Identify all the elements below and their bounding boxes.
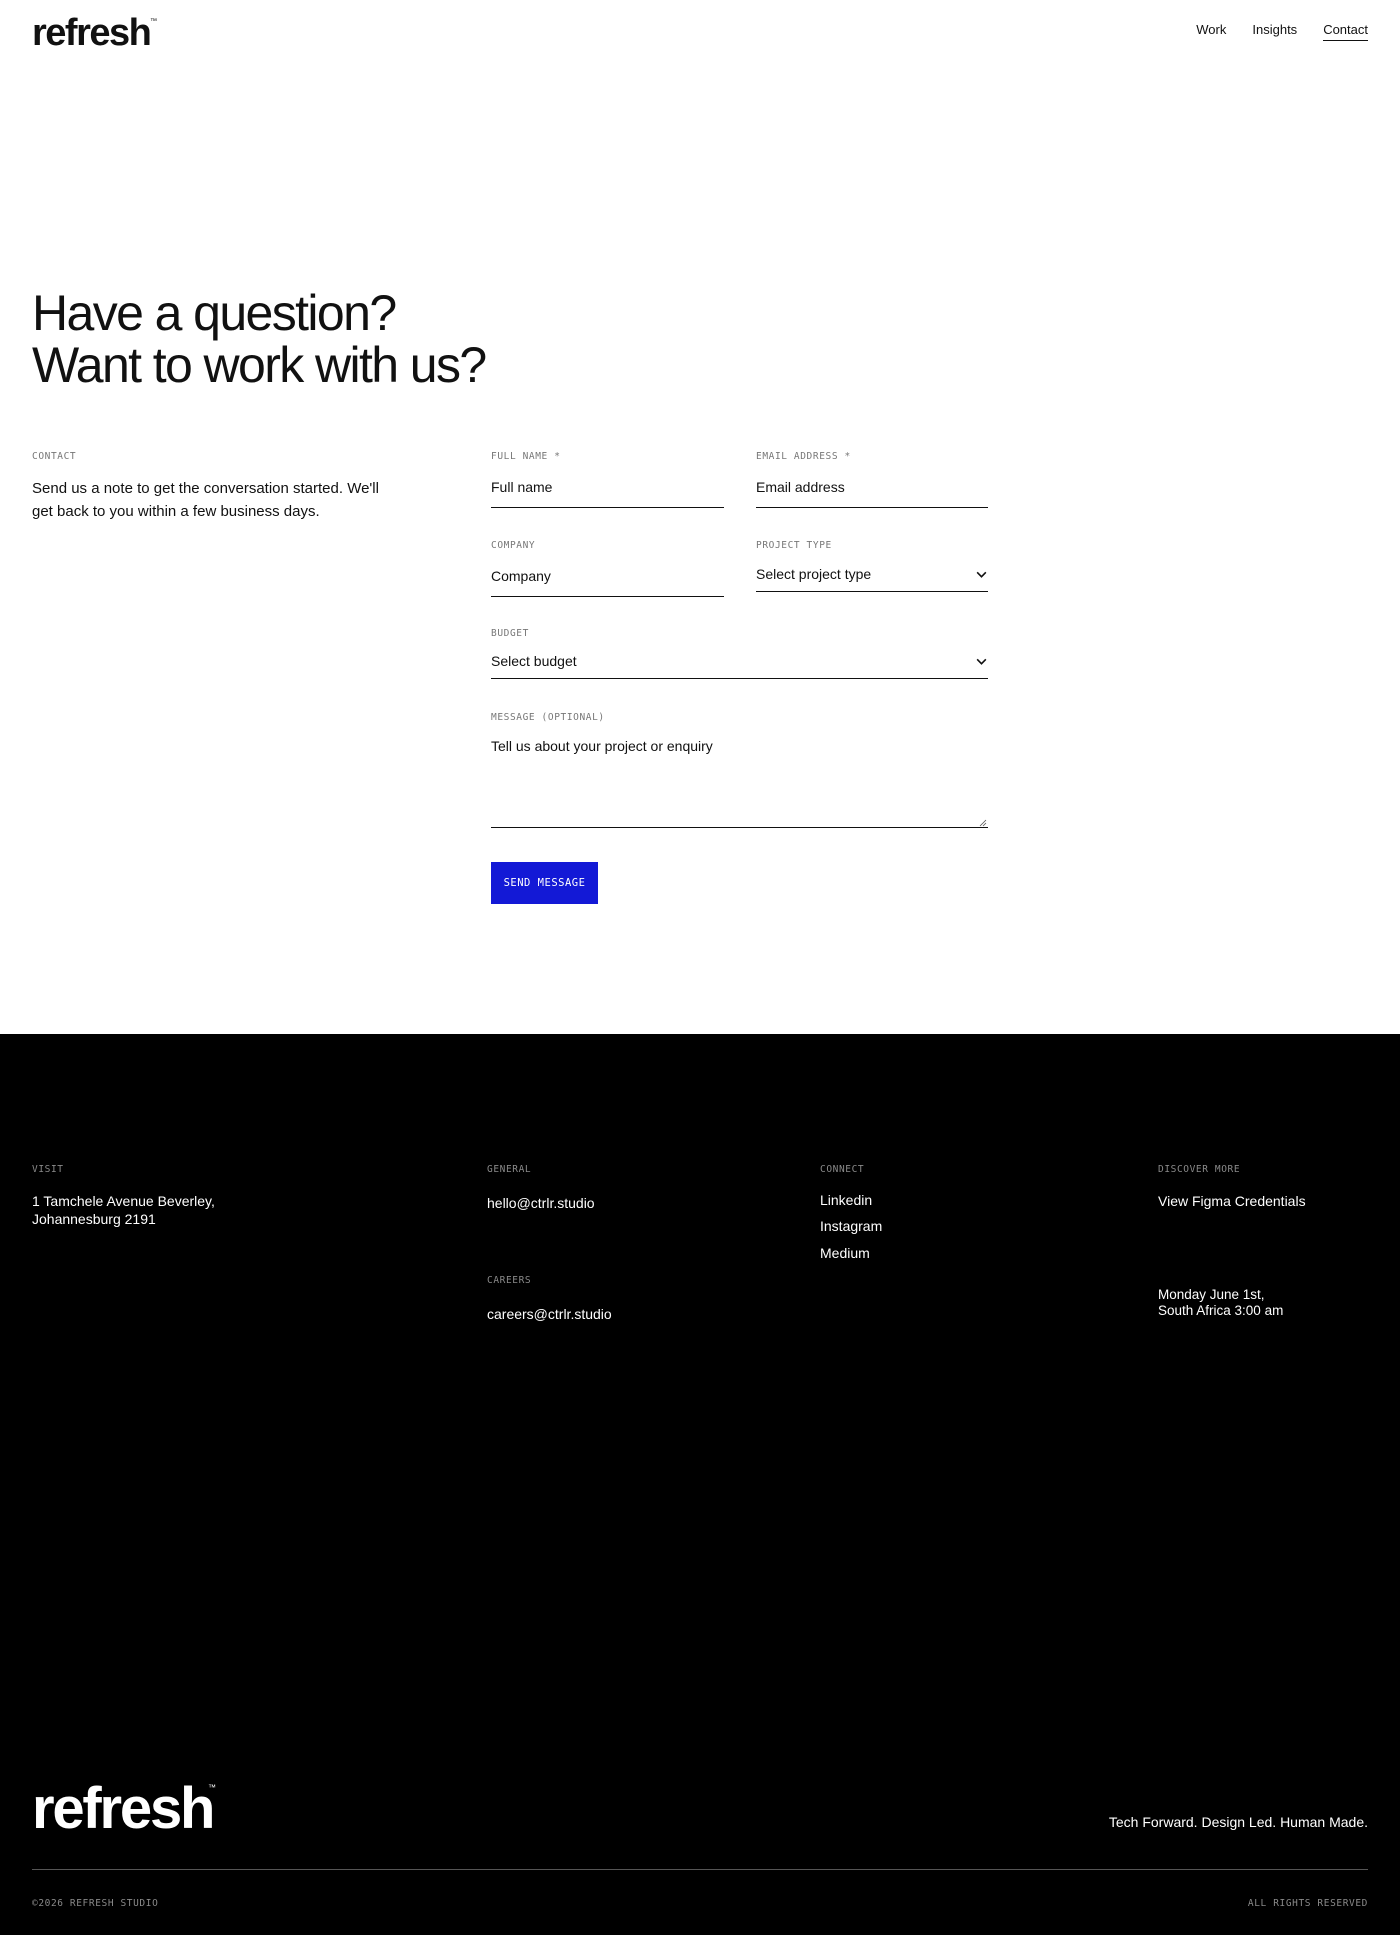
email-field: EMAIL ADDRESS * Email address — [756, 451, 988, 508]
linkedin-link[interactable]: Linkedin — [820, 1192, 872, 1208]
budget-select[interactable]: Select budget — [491, 653, 988, 679]
footer-logo-trademark: ™ — [208, 1783, 216, 1792]
page-heading: Have a question? Want to work with us? — [32, 285, 487, 393]
send-message-button[interactable]: SEND MESSAGE — [491, 862, 598, 904]
datetime-line-2: South Africa 3:00 am — [1158, 1303, 1284, 1318]
nav-link-contact[interactable]: Contact — [1323, 22, 1368, 41]
full-name-input[interactable]: Full name — [491, 479, 724, 508]
resize-handle-icon[interactable] — [979, 819, 987, 827]
contact-description: Send us a note to get the conversation s… — [32, 480, 379, 520]
heading-line-1: Have a question? — [32, 285, 397, 341]
contact-section-label: CONTACT — [32, 451, 77, 462]
budget-field: BUDGET Select budget — [491, 628, 988, 681]
visit-address: 1 Tamchele Avenue Beverley, Johannesburg… — [32, 1192, 215, 1228]
project-type-value: Select project type — [756, 566, 872, 582]
message-label: MESSAGE (OPTIONAL) — [491, 712, 605, 723]
footer-tagline: Tech Forward. Design Led. Human Made. — [1108, 1814, 1368, 1830]
copyright: ©2026 REFRESH STUDIO — [32, 1898, 159, 1909]
project-type-select[interactable]: Select project type — [756, 566, 988, 592]
nav-link-work[interactable]: Work — [1196, 22, 1226, 41]
footer: VISIT 1 Tamchele Avenue Beverley, Johann… — [0, 1034, 1400, 1935]
figma-credentials-link[interactable]: View Figma Credentials — [1158, 1193, 1306, 1209]
footer-logo: refresh ™ — [32, 1780, 216, 1838]
company-field: COMPANY Company — [491, 540, 724, 597]
full-name-field: FULL NAME * Full name — [491, 451, 724, 508]
instagram-link[interactable]: Instagram — [820, 1218, 882, 1234]
rights-reserved: ALL RIGHTS RESERVED — [1247, 1898, 1368, 1909]
nav-link-insights[interactable]: Insights — [1252, 22, 1297, 41]
logo[interactable]: refresh ™ — [32, 12, 157, 54]
discover-label: DISCOVER MORE — [1158, 1164, 1241, 1175]
chevron-down-icon — [976, 571, 987, 578]
logo-trademark: ™ — [150, 18, 157, 25]
message-field: MESSAGE (OPTIONAL) Tell us about your pr… — [491, 712, 988, 829]
heading-line-2: Want to work with us? — [32, 337, 487, 393]
local-datetime: Monday June 1st, South Africa 3:00 am — [1158, 1287, 1283, 1319]
address-line-1: 1 Tamchele Avenue Beverley, — [32, 1193, 215, 1209]
message-textarea[interactable]: Tell us about your project or enquiry — [491, 738, 988, 828]
medium-link[interactable]: Medium — [820, 1245, 870, 1261]
project-type-field: PROJECT TYPE Select project type — [756, 540, 988, 594]
datetime-line-1: Monday June 1st, — [1158, 1287, 1265, 1302]
main-nav: Work Insights Contact — [1196, 22, 1368, 41]
footer-divider — [32, 1869, 1368, 1870]
email-label: EMAIL ADDRESS * — [756, 451, 851, 462]
visit-label: VISIT — [32, 1164, 64, 1175]
general-label: GENERAL — [487, 1164, 532, 1175]
footer-logo-text: refresh — [32, 1776, 215, 1841]
connect-label: CONNECT — [820, 1164, 865, 1175]
company-label: COMPANY — [491, 540, 536, 551]
company-input[interactable]: Company — [491, 568, 724, 597]
budget-value: Select budget — [491, 653, 577, 669]
logo-text: refresh — [32, 12, 152, 54]
email-input[interactable]: Email address — [756, 479, 988, 508]
budget-label: BUDGET — [491, 628, 529, 639]
address-line-2: Johannesburg 2191 — [32, 1211, 156, 1227]
general-email-link[interactable]: hello@ctrlr.studio — [487, 1195, 595, 1211]
project-type-label: PROJECT TYPE — [756, 540, 832, 551]
full-name-label: FULL NAME * — [491, 451, 561, 462]
chevron-down-icon — [976, 658, 987, 665]
careers-email-link[interactable]: careers@ctrlr.studio — [487, 1306, 612, 1322]
careers-label: CAREERS — [487, 1275, 532, 1286]
